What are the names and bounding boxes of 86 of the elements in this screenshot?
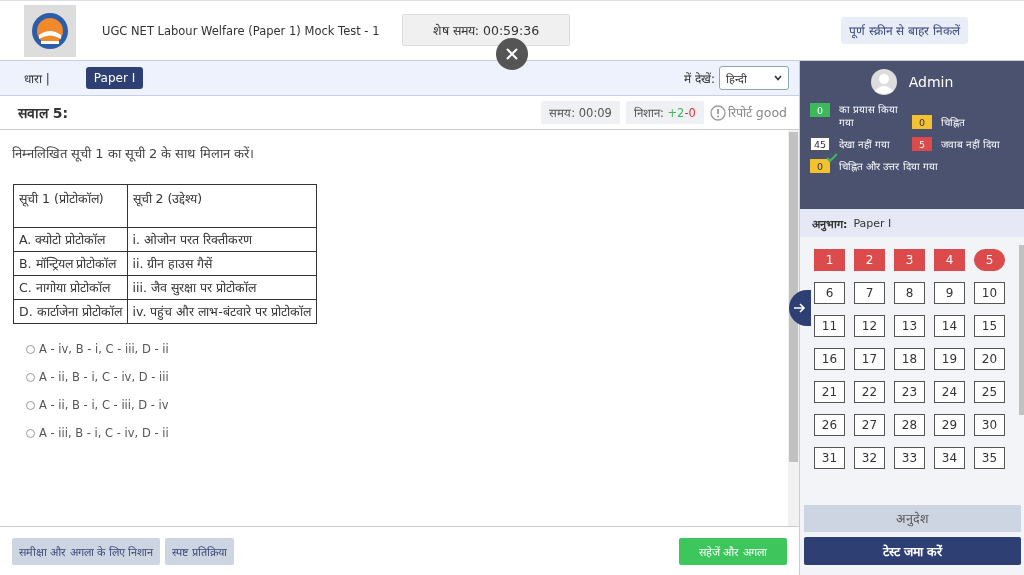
question-number-button[interactable]: 13 <box>894 315 925 337</box>
question-number-button[interactable]: 26 <box>814 414 845 436</box>
table-cell: C. नागोया प्रोटोकॉल <box>13 275 128 300</box>
question-number-button[interactable]: 29 <box>934 414 965 436</box>
status-label: चिह्नित <box>941 116 965 129</box>
answer-option[interactable]: A - iv, B - i, C - iii, D - ii <box>26 342 169 356</box>
test-title: UGC NET Labour Welfare (Paper 1) Mock Test - 1 <box>102 23 381 38</box>
question-number-button[interactable]: 33 <box>894 447 925 469</box>
column-header: सूची 1 (प्रोटोकॉल) <box>13 184 128 228</box>
table-cell: B. मॉन्ट्रियल प्रोटोकॉल <box>13 251 128 276</box>
question-number-button[interactable]: 1 <box>814 249 845 271</box>
question-number-button[interactable]: 19 <box>934 348 965 370</box>
table-cell: A. क्योटो प्रोटोकॉल <box>13 227 128 252</box>
scrollbar[interactable] <box>788 130 799 526</box>
status-label: चिह्नित और उत्तर दिया गया <box>839 160 938 173</box>
scrollbar[interactable] <box>1019 245 1024 415</box>
question-number-button[interactable]: 5 <box>974 249 1005 271</box>
alert-icon <box>709 104 726 121</box>
question-number-button[interactable]: 30 <box>974 414 1005 436</box>
question-number-button[interactable]: 25 <box>974 381 1005 403</box>
status-label: जवाब नहीं दिया <box>941 138 1001 151</box>
checkmark-icon <box>826 153 838 163</box>
question-number-button[interactable]: 32 <box>854 447 885 469</box>
time-remaining: शेष समय: 00:59:36 <box>402 14 570 46</box>
marking-scheme: निशान: +2-0 <box>625 101 704 124</box>
question-number-button[interactable]: 28 <box>894 414 925 436</box>
column-header: सूची 2 (उद्देश्य) <box>127 184 317 228</box>
question-number-button[interactable]: 14 <box>934 315 965 337</box>
question-number-button[interactable]: 7 <box>854 282 885 304</box>
language-dropdown[interactable]: हिन्दी <box>719 66 789 90</box>
question-number-button[interactable]: 35 <box>974 447 1005 469</box>
status-label: देखा नहीं गया <box>839 138 891 151</box>
question-number-button[interactable]: 16 <box>814 348 845 370</box>
question-number-button[interactable]: 24 <box>934 381 965 403</box>
section-name: Paper I <box>853 216 892 230</box>
question-number-button[interactable]: 21 <box>814 381 845 403</box>
status-label: का प्रयास किया गया <box>839 103 900 129</box>
answer-option[interactable]: A - iii, B - i, C - iv, D - ii <box>26 426 169 440</box>
question-number-button[interactable]: 31 <box>814 447 845 469</box>
instructions-button[interactable]: अनुदेश <box>804 505 1021 532</box>
answer-option[interactable]: A - ii, B - i, C - iv, D - iii <box>26 370 169 384</box>
question-number-button[interactable]: 4 <box>934 249 965 271</box>
status-count-badge: 45 <box>810 137 830 151</box>
question-number-button[interactable]: 8 <box>894 282 925 304</box>
question-number-button[interactable]: 15 <box>974 315 1005 337</box>
table-cell: iii. जैव सुरक्षा पर प्रोटोकॉल <box>127 275 317 300</box>
question-number-button[interactable]: 20 <box>974 348 1005 370</box>
logo-icon <box>24 4 76 57</box>
question-number-button[interactable]: 10 <box>974 282 1005 304</box>
section-tab[interactable]: Paper I <box>85 67 144 89</box>
question-number-button[interactable]: 11 <box>814 315 845 337</box>
question-number-button[interactable]: 18 <box>894 348 925 370</box>
status-count-badge: 5 <box>912 137 932 151</box>
question-text: निम्नलिखित सूची 1 का सूची 2 के साथ मिलान करें। <box>12 145 255 162</box>
question-number-button[interactable]: 6 <box>814 282 845 304</box>
question-number-button[interactable]: 17 <box>854 348 885 370</box>
arrow-right-icon <box>792 301 806 315</box>
question-time: समय: 00:09 <box>541 101 620 124</box>
question-number-button[interactable]: 9 <box>934 282 965 304</box>
caret-icon <box>774 75 782 81</box>
close-icon <box>505 47 519 61</box>
question-number-button[interactable]: 2 <box>854 249 885 271</box>
answer-option[interactable]: A - ii, B - i, C - iii, D - iv <box>26 398 169 412</box>
question-number-button[interactable]: 3 <box>894 249 925 271</box>
question-number-button[interactable]: 22 <box>854 381 885 403</box>
table-cell: i. ओजोन परत रिक्तीकरण <box>127 227 317 252</box>
question-number-button[interactable]: 34 <box>934 447 965 469</box>
avatar-icon <box>870 69 897 95</box>
section-label: अनुभाग: <box>812 216 848 231</box>
question-number: सवाल 5: <box>18 104 69 122</box>
question-number-button[interactable]: 27 <box>854 414 885 436</box>
section-label: धारा | <box>24 70 50 87</box>
user-name: Admin <box>908 74 954 90</box>
report-button[interactable]: रिपोर्ट good <box>709 104 787 121</box>
mark-review-button[interactable]: समीक्षा और अगला के लिए निशान <box>12 537 161 565</box>
status-count-badge: 0 <box>810 103 830 117</box>
table-cell: iv. पहुंच और लाभ-बंटवारे पर प्रोटोकॉल <box>127 299 317 324</box>
submit-test-button[interactable]: टेस्ट जमा करें <box>804 537 1021 565</box>
question-number-button[interactable]: 23 <box>894 381 925 403</box>
view-in-label: में देखें: <box>684 70 715 87</box>
table-cell: ii. ग्रीन हाउस गैसें <box>127 251 317 276</box>
clear-response-button[interactable]: स्पष्ट प्रतिक्रिया <box>165 537 234 565</box>
exit-fullscreen-button[interactable]: पूर्ण स्क्रीन से बाहर निकलें <box>840 17 968 44</box>
question-number-button[interactable]: 12 <box>854 315 885 337</box>
status-count-badge: 0 <box>912 115 932 129</box>
table-cell: D. कार्टाजेना प्रोटोकॉल <box>13 299 128 324</box>
